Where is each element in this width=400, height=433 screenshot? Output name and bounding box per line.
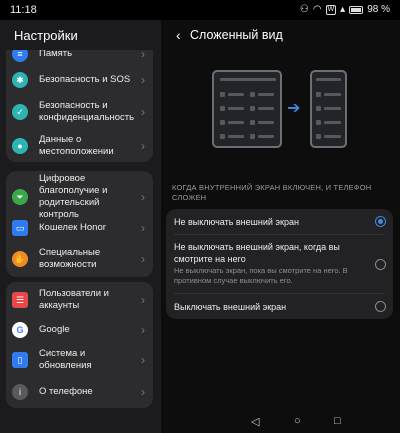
signal-icon: ▴ (340, 4, 346, 15)
divider (174, 234, 385, 235)
divider (174, 293, 385, 294)
nav-recents-icon[interactable]: □ (334, 415, 341, 427)
option-title: Выключать внешний экран (174, 302, 287, 312)
sidebar-item-label: Кошелек Honor (39, 222, 106, 233)
option-subtitle: Не выключать экран, пока вы смотрите на … (174, 266, 348, 285)
navigation-bar: ◁ ○ □ (161, 410, 400, 433)
back-arrow-icon[interactable]: ‹ (176, 27, 181, 43)
chevron-right-icon: › (141, 221, 145, 235)
wellbeing-icon: ⏷ (12, 189, 28, 205)
nav-back-icon[interactable]: ◁ (251, 415, 259, 428)
settings-group-3: ☰ Пользователи и аккаунты › G Google › ▯… (6, 282, 153, 408)
option-title: Не выключать внешний экран, когда вы смо… (174, 242, 340, 264)
google-icon: G (12, 322, 28, 338)
info-icon: i (12, 384, 28, 400)
chevron-right-icon: › (141, 139, 145, 153)
chevron-right-icon: › (141, 105, 145, 119)
sidebar-item-security-sos[interactable]: ✱ Безопасность и SOS › (6, 71, 153, 89)
notification-icon: ⚇ (299, 4, 309, 15)
shield-icon: ✓ (12, 104, 28, 120)
arrow-right-icon: ➔ (287, 100, 301, 117)
chevron-right-icon: › (141, 252, 145, 266)
sidebar-item-location[interactable]: ● Данные о местоположении › (6, 134, 153, 158)
status-icons: ⚇ ◠ W ▴ 98 % (300, 4, 390, 15)
unfolded-phone-image (212, 70, 282, 148)
settings-list-pane: Настройки ≡ Память › ✱ Безопасность и SO… (0, 0, 161, 433)
chevron-right-icon: › (141, 190, 145, 204)
settings-group-2: ⏷ Цифровое благополучие и родительский к… (6, 171, 153, 277)
wifi-icon: ◠ (312, 4, 322, 15)
status-bar: 11:18 ⚇ ◠ W ▴ 98 % (0, 0, 400, 20)
sidebar-item-users-accounts[interactable]: ☰ Пользователи и аккаунты › (6, 288, 153, 312)
accessibility-icon: ✋ (12, 251, 28, 267)
radio-turn-off-outer-screen[interactable] (375, 301, 386, 312)
sidebar-item-honor-wallet[interactable]: ▭ Кошелек Honor › (6, 220, 153, 236)
sidebar-item-label: Пользователи и аккаунты (39, 288, 109, 311)
sidebar-item-label: Данные о местоположении (39, 134, 114, 157)
vowifi-icon: W (325, 4, 337, 15)
wallet-icon: ▭ (12, 220, 28, 236)
folded-phone-image (310, 70, 347, 148)
detail-title: Сложенный вид (190, 28, 283, 42)
sidebar-item-label: Безопасность и SOS (39, 74, 131, 85)
sidebar-item-label: Система и обновления (39, 348, 92, 371)
sidebar-item-label: Безопасность и конфиденциальность (39, 100, 135, 123)
sidebar-item-label: Специальные возможности (39, 247, 101, 270)
radio-keep-on-while-looking[interactable] (375, 259, 386, 270)
status-time: 11:18 (10, 4, 37, 16)
sidebar-item-accessibility[interactable]: ✋ Специальные возможности › (6, 247, 153, 271)
chevron-right-icon: › (141, 385, 145, 399)
option-keep-outer-screen-on[interactable]: Не выключать внешний экран (174, 216, 374, 228)
battery-icon (349, 5, 364, 14)
battery-percent: 98 % (367, 4, 390, 15)
chevron-right-icon: › (141, 293, 145, 307)
sidebar-item-privacy[interactable]: ✓ Безопасность и конфиденциальность › (6, 100, 153, 124)
sidebar-item-label: Google (39, 324, 70, 335)
sidebar-item-about-phone[interactable]: i О телефоне › (6, 384, 153, 400)
system-icon: ▯ (12, 352, 28, 368)
nav-home-icon[interactable]: ○ (294, 415, 301, 427)
chevron-right-icon: › (141, 73, 145, 87)
option-turn-off-outer-screen[interactable]: Выключать внешний экран (174, 301, 374, 313)
section-caption: КОГДА ВНУТРЕННИЙ ЭКРАН ВКЛЮЧЕН, И ТЕЛЕФО… (172, 183, 372, 202)
options-card: Не выключать внешний экран Не выключать … (166, 209, 393, 319)
folded-view-illustration: ➔ (212, 70, 368, 150)
sidebar-item-wellbeing[interactable]: ⏷ Цифровое благополучие и родительский к… (6, 173, 153, 220)
page-title: Настройки (14, 28, 78, 43)
chevron-right-icon: › (141, 353, 145, 367)
sidebar-item-system-updates[interactable]: ▯ Система и обновления › (6, 348, 153, 372)
sidebar-item-label: Цифровое благополучие и родительский кон… (39, 173, 108, 220)
settings-group-1: ≡ Память › ✱ Безопасность и SOS › ✓ Безо… (6, 38, 153, 162)
user-icon: ☰ (12, 292, 28, 308)
sidebar-item-label: О телефоне (39, 386, 93, 397)
option-keep-on-while-looking[interactable]: Не выключать внешний экран, когда вы смо… (174, 241, 374, 286)
chevron-right-icon: › (141, 323, 145, 337)
location-icon: ● (12, 138, 28, 154)
option-title: Не выключать внешний экран (174, 217, 299, 227)
sidebar-item-google[interactable]: G Google › (6, 322, 153, 338)
sos-icon: ✱ (12, 72, 28, 88)
radio-keep-outer-screen-on[interactable] (375, 216, 386, 227)
settings-header: Настройки (0, 20, 161, 50)
